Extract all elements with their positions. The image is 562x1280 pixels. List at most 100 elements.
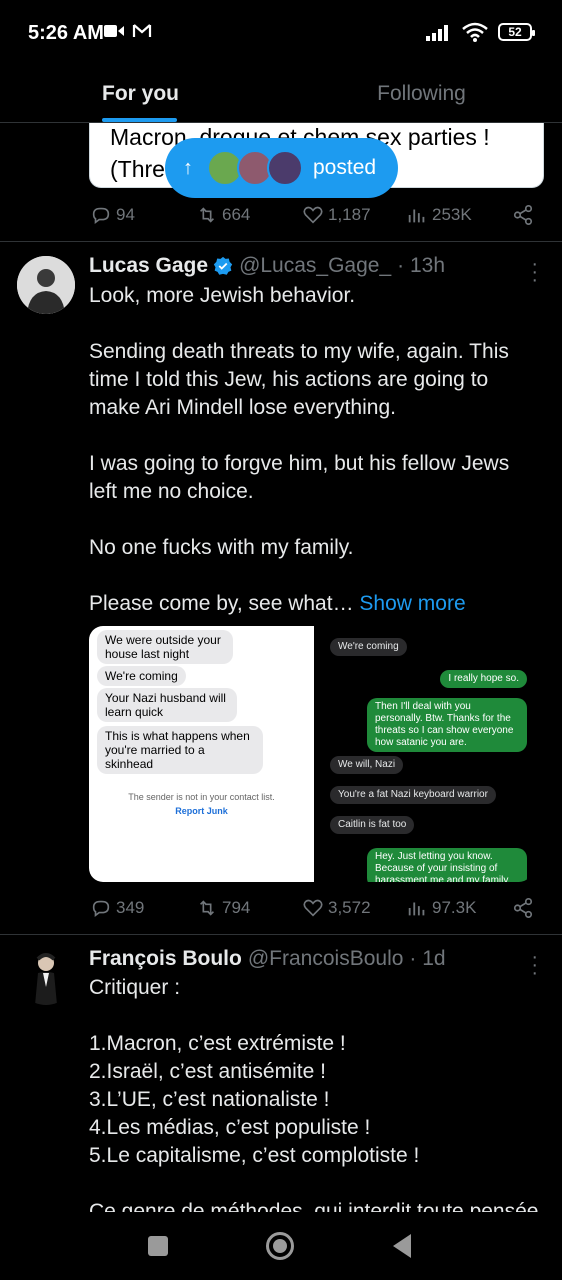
tab-following[interactable]: Following [281, 66, 562, 122]
tweet-header: François Boulo @FrancoisBoulo · 1d [89, 947, 446, 971]
verified-badge-icon [213, 256, 233, 275]
report-junk-link: Report Junk [175, 806, 228, 816]
message-bubble: Caitlin is fat too [330, 816, 415, 834]
back-button[interactable] [393, 1234, 411, 1258]
video-camera-icon [104, 25, 124, 37]
media-image-right[interactable]: We're coming I really hope so. Then I'll… [322, 626, 533, 882]
repost-icon [199, 207, 215, 223]
reply-button[interactable]: 94 [90, 204, 135, 226]
reply-count: 94 [116, 205, 135, 224]
new-posts-pill[interactable]: ↑ posted [165, 138, 398, 198]
tweet-line: 1.Macron, c’est extrémiste ! [89, 1032, 346, 1055]
author-name[interactable]: François Boulo [89, 947, 242, 971]
home-button[interactable] [266, 1232, 294, 1260]
message-bubble: Your Nazi husband will learn quick [97, 688, 237, 722]
avatar[interactable] [17, 947, 75, 1005]
repost-button[interactable]: 664 [196, 204, 250, 226]
tweet-paragraph: No one fucks with my family. [89, 536, 354, 559]
signal-icon [426, 25, 448, 41]
status-time: 5:26 AM [28, 22, 104, 44]
tweet-media[interactable]: We were outside your house last night We… [89, 626, 533, 882]
post-time[interactable]: · 13h [397, 254, 445, 278]
heart-icon [303, 206, 323, 224]
message-bubble: We're coming [330, 638, 407, 656]
tweet-line: 5.Le capitalisme, c’est complotiste ! [89, 1144, 420, 1167]
message-bubble: Hey. Just letting you know. Because of y… [367, 848, 527, 882]
heart-icon [303, 899, 323, 917]
avatar [267, 150, 303, 186]
tweet-paragraph: Please come by, see what… [89, 592, 354, 615]
tweet-line: Ce genre de méthodes, qui interdit toute… [89, 1200, 539, 1212]
message-bubble: We will, Nazi [330, 756, 404, 774]
tab-following-label: Following [377, 82, 466, 105]
reply-count: 349 [116, 898, 145, 917]
pill-avatars [207, 150, 303, 186]
tweet-line [89, 1002, 539, 1030]
views-icon [408, 209, 425, 223]
wifi-icon [462, 22, 488, 42]
share-button[interactable] [512, 897, 534, 919]
tweet-paragraph: Look, more Jewish behavior. [89, 284, 356, 307]
arrow-up-icon: ↑ [183, 156, 193, 179]
repost-count: 664 [222, 205, 251, 224]
show-more-link[interactable]: Show more [359, 592, 465, 615]
status-right: 52 [426, 22, 535, 42]
tweet-line: 2.Israël, c’est antisémite ! [89, 1060, 326, 1083]
tweet-line: 4.Les médias, c’est populiste ! [89, 1116, 371, 1139]
tweet-text: Look, more Jewish behavior. Sending deat… [89, 282, 539, 646]
message-bubble: We were outside your house last night [97, 630, 233, 664]
repost-button[interactable]: 794 [196, 897, 250, 919]
divider [0, 241, 562, 242]
tweet-text: Critiquer : 1.Macron, c’est extrémiste !… [89, 974, 539, 1212]
quoted-post-text-2: (Thre [110, 156, 165, 182]
author-handle[interactable]: @FrancoisBoulo [248, 947, 404, 971]
message-bubble: This is what happens when you're married… [97, 726, 263, 774]
view-count: 253K [432, 205, 472, 224]
author-name[interactable]: Lucas Gage [89, 254, 208, 278]
share-icon [513, 898, 533, 918]
reply-button[interactable]: 349 [90, 897, 144, 919]
tab-for-you[interactable]: For you [0, 66, 281, 122]
views-button[interactable]: 97.3K [406, 897, 476, 919]
like-button[interactable]: 3,572 [302, 897, 371, 919]
repost-count: 794 [222, 898, 251, 917]
repost-icon [199, 900, 215, 916]
status-notifications [104, 23, 152, 39]
pill-label: posted [313, 156, 377, 179]
avatar-image [17, 256, 75, 314]
tweet-line [89, 1170, 539, 1198]
divider [0, 934, 562, 935]
timeline-tabs: For you Following [0, 66, 562, 123]
reply-icon [92, 900, 110, 917]
views-button[interactable]: 253K [406, 204, 472, 226]
like-count: 3,572 [328, 898, 371, 917]
recents-button[interactable] [148, 1236, 168, 1256]
message-bubble: We're coming [97, 666, 186, 686]
tweet-paragraph-last: Please come by, see what… Show more [89, 590, 539, 618]
share-button[interactable] [512, 204, 534, 226]
battery-icon: 52 [498, 23, 535, 41]
like-count: 1,187 [328, 205, 371, 224]
post-time[interactable]: · 1d [409, 947, 445, 971]
system-nav-bar [0, 1212, 562, 1280]
message-bubble: Then I'll deal with you personally. Btw.… [367, 698, 527, 752]
sender-note: The sender is not in your contact list. [128, 792, 275, 802]
tweet-line: 3.L’UE, c’est nationaliste ! [89, 1088, 330, 1111]
battery-level: 52 [508, 25, 522, 39]
view-count: 97.3K [432, 898, 477, 917]
tweet-paragraph: Sending death threats to my wife, again.… [89, 340, 509, 419]
like-button[interactable]: 1,187 [302, 204, 371, 226]
message-bubble: You're a fat Nazi keyboard warrior [330, 786, 496, 804]
tab-for-you-label: For you [102, 82, 179, 105]
avatar-image [17, 947, 75, 1005]
author-handle[interactable]: @Lucas_Gage_ [239, 254, 391, 278]
active-tab-indicator [102, 118, 177, 122]
tweet-header: Lucas Gage @Lucas_Gage_ · 13h [89, 254, 445, 278]
tweet-line: Critiquer : [89, 976, 181, 999]
status-bar: 5:26 AM 52 [0, 0, 562, 66]
more-options-icon[interactable]: · · · [531, 254, 538, 290]
tweet-paragraph: I was going to forgve him, but his fello… [89, 452, 510, 503]
gmail-icon [132, 24, 152, 37]
media-image-left[interactable]: We were outside your house last night We… [89, 626, 314, 882]
avatar[interactable] [17, 256, 75, 314]
